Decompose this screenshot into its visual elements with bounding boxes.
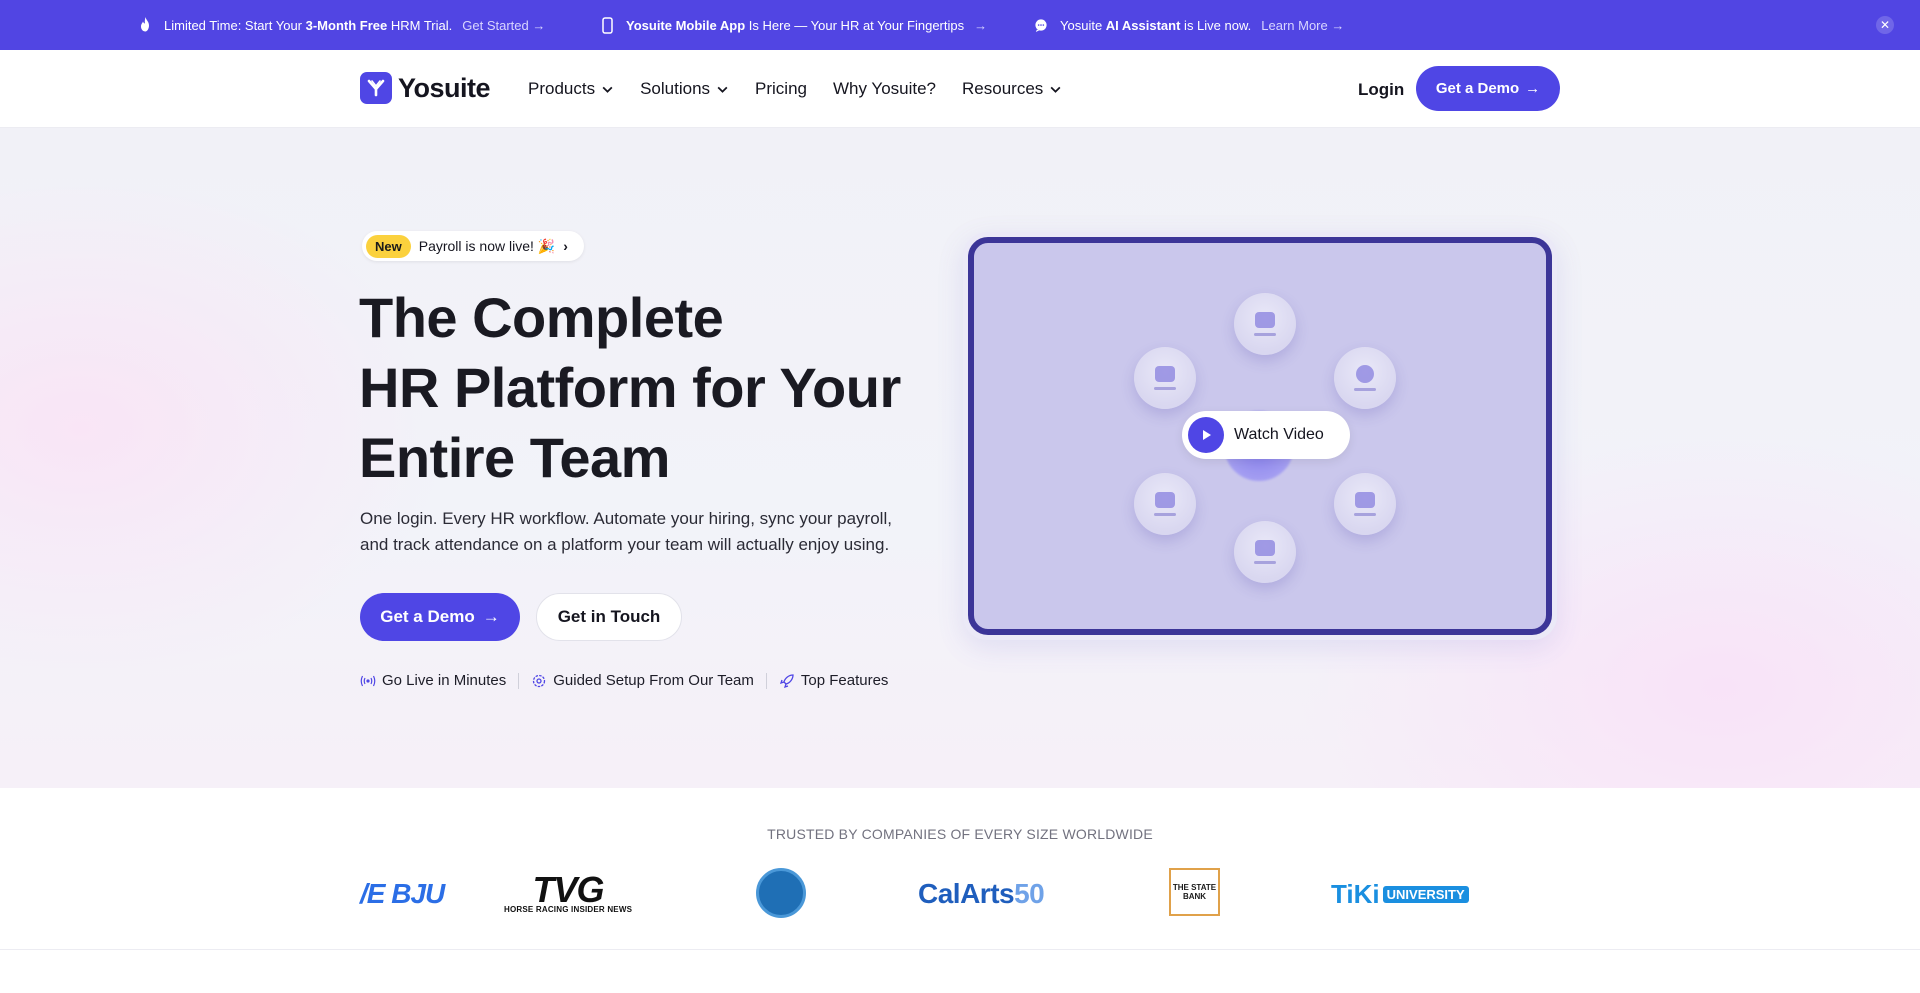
button-label: Watch Video <box>1234 426 1324 443</box>
chat-bubble-icon <box>1034 17 1048 33</box>
flame-icon <box>138 17 152 33</box>
announcement-ai[interactable]: Yosuite AI Assistant is Live now. Learn … <box>1034 0 1344 50</box>
divider <box>765 672 767 689</box>
chevron-right-icon: › <box>563 238 568 254</box>
arrow-right-icon: → <box>1525 80 1541 97</box>
phone-icon <box>600 16 614 34</box>
feature-label: Go Live in Minutes <box>382 672 507 689</box>
feature-label: Guided Setup From Our Team <box>553 672 754 689</box>
feature-item: Go Live in Minutes <box>360 672 506 689</box>
nav-item-label: Solutions <box>640 79 711 98</box>
chevron-down-icon <box>1050 86 1061 93</box>
module-payroll-icon <box>1134 347 1196 409</box>
get-started-link[interactable]: Get Started → <box>462 18 545 33</box>
feature-label: Top Features <box>800 672 889 689</box>
main-navbar: Yosuite Products Solutions Pricing Why Y… <box>0 50 1920 128</box>
announcement-text: Limited Time: Start Your 3-Month Free HR… <box>164 17 453 33</box>
logo-state-bank: THE STATE BANK <box>1169 868 1220 916</box>
hero-subtitle: One login. Every HR workflow. Automate y… <box>360 509 892 554</box>
announcement-text: Yosuite AI Assistant is Live now. <box>1060 17 1252 33</box>
payroll-announcement-badge[interactable]: New Payroll is now live! 🎉 › <box>362 231 584 261</box>
nav-item-label: Pricing <box>755 79 807 98</box>
feature-list: Go Live in Minutes Guided Setup From Our… <box>360 672 888 689</box>
nav-item-solutions[interactable]: Solutions <box>640 79 729 99</box>
nav-item-why-yosuite[interactable]: Why Yosuite? <box>833 79 936 99</box>
nav-item-label: Resources <box>962 79 1044 98</box>
module-onboarding-icon <box>1234 521 1296 583</box>
chevron-down-icon <box>717 86 728 93</box>
get-demo-button[interactable]: Get a Demo → <box>360 593 520 641</box>
chevron-down-icon <box>602 86 613 93</box>
gear-icon <box>533 674 546 687</box>
brand-logo[interactable]: Yosuite <box>360 72 491 104</box>
hero-section: New Payroll is now live! 🎉 › The Complet… <box>0 128 1920 788</box>
new-tag: New <box>366 234 411 258</box>
learn-more-link[interactable]: Learn More → <box>1261 18 1344 33</box>
feature-item: Guided Setup From Our Team <box>531 672 754 689</box>
nav-get-demo-button[interactable]: Get a Demo → <box>1416 66 1560 111</box>
logo-tiki-university: TiKi UNIVERSITY <box>1331 868 1469 920</box>
logo-government-seal <box>756 868 806 918</box>
mobile-app-arrow-icon[interactable]: → <box>974 18 987 33</box>
module-attendance-icon <box>1334 347 1396 409</box>
button-label: Get a Demo <box>380 607 475 626</box>
trusted-title: TRUSTED BY COMPANIES OF EVERY SIZE WORLD… <box>767 826 1153 842</box>
announcement-bar: Limited Time: Start Your 3-Month Free HR… <box>0 0 1920 50</box>
badge-text: Payroll is now live! 🎉 <box>418 237 556 254</box>
nav-item-pricing[interactable]: Pricing <box>755 79 807 99</box>
announcement-mobile[interactable]: Yosuite Mobile App Is Here — Your HR at … <box>600 0 987 50</box>
announcement-trial[interactable]: Limited Time: Start Your 3-Month Free HR… <box>138 0 545 50</box>
announcement-text: Yosuite Mobile App Is Here — Your HR at … <box>626 17 965 33</box>
product-video-card[interactable]: Watch Video <box>963 232 1557 640</box>
play-icon <box>1188 417 1224 453</box>
yosuite-logo-icon <box>360 72 392 104</box>
hero-title-line: The Complete <box>359 286 724 349</box>
video-preview: Watch Video <box>968 237 1552 635</box>
button-label: Get a Demo <box>1435 80 1520 97</box>
nav-item-label: Products <box>528 79 596 98</box>
watch-video-button[interactable]: Watch Video <box>1182 411 1350 459</box>
brand-name: Yosuite <box>398 72 491 103</box>
nav-item-resources[interactable]: Resources <box>962 79 1062 99</box>
login-link[interactable]: Login <box>1358 80 1404 100</box>
broadcast-icon <box>360 675 376 686</box>
feature-item: Top Features <box>779 672 889 689</box>
hero-title-line: HR Platform for Your <box>359 356 901 419</box>
module-people-icon <box>1234 293 1296 355</box>
module-hiring-icon <box>1134 473 1196 535</box>
get-in-touch-button[interactable]: Get in Touch <box>536 593 682 641</box>
logo-bju: /E BJU <box>360 878 445 909</box>
close-icon[interactable]: ✕ <box>1876 16 1894 34</box>
nav-item-label: Why Yosuite? <box>833 79 937 98</box>
trusted-by-section: TRUSTED BY COMPANIES OF EVERY SIZE WORLD… <box>0 788 1920 950</box>
arrow-right-icon: → <box>482 607 500 626</box>
logo-calarts: CalArts 50 <box>918 878 1045 909</box>
nav-menu: Products Solutions Pricing Why Yosuite? … <box>528 50 1062 128</box>
rocket-icon <box>779 673 794 688</box>
hero-title-line: Entire Team <box>359 426 670 489</box>
module-inventory-icon <box>1334 473 1396 535</box>
hero-title: The Complete HR Platform for Your Entire… <box>359 283 919 493</box>
nav-item-products[interactable]: Products <box>528 79 614 99</box>
logo-tvg: TVG HORSE RACING INSIDER NEWS <box>504 868 633 914</box>
divider <box>518 672 520 689</box>
